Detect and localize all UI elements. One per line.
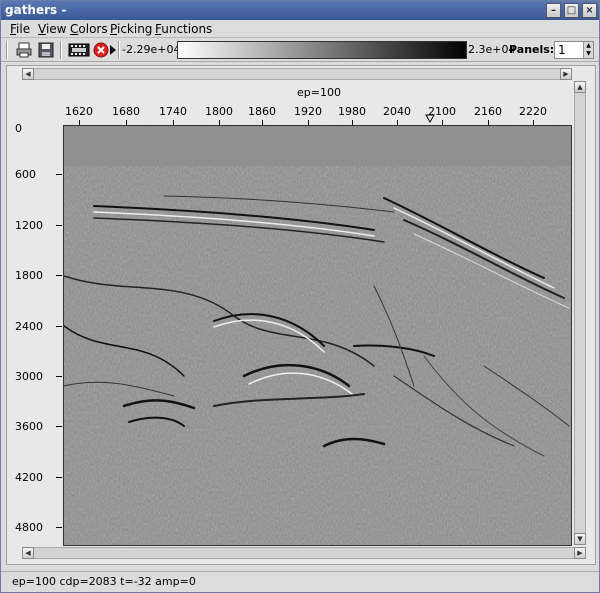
y-tick-label: 2400 <box>15 320 43 333</box>
movie-icon[interactable] <box>68 41 90 59</box>
toolbar-separator <box>60 41 62 59</box>
y-tick-mark <box>56 275 62 276</box>
seismic-image-canvas[interactable] <box>64 126 571 545</box>
grayscale-colorbar[interactable] <box>177 41 467 59</box>
y-tick-label: 3600 <box>15 420 43 433</box>
x-tick-label: 1980 <box>338 105 366 118</box>
menu-picking-key: P <box>110 22 117 36</box>
y-tick-label: 600 <box>15 168 36 181</box>
x-tick-label: 2220 <box>519 105 547 118</box>
title-bar[interactable]: gathers - – □ × <box>1 1 599 20</box>
window-title: gathers - <box>5 3 67 17</box>
x-tick-label: 2160 <box>474 105 502 118</box>
menu-functions[interactable]: Functions <box>155 22 212 36</box>
x-tick-label: 1680 <box>112 105 140 118</box>
x-tick-label: 1740 <box>159 105 187 118</box>
menu-file[interactable]: File <box>10 22 30 36</box>
status-text: ep=100 cdp=2083 t=-32 amp=0 <box>12 575 196 588</box>
menu-file-rest: ile <box>16 22 31 36</box>
scroll-left-arrow-icon[interactable]: ◀ <box>22 68 34 80</box>
y-tick-mark <box>56 426 62 427</box>
toolbar: -2.29e+04 2.3e+04 Panels: 1 ▲ ▼ <box>1 38 599 62</box>
x-tick-label: 1620 <box>65 105 93 118</box>
menu-bar: File View Colors Picking Functions <box>1 20 599 38</box>
y-tick-mark <box>56 225 62 226</box>
color-min-value: -2.29e+04 <box>122 43 181 56</box>
y-tick-mark <box>56 326 62 327</box>
menu-view[interactable]: View <box>38 22 66 36</box>
play-icon[interactable] <box>109 41 117 59</box>
y-tick-mark <box>56 527 62 528</box>
menu-colors-rest: olors <box>78 22 108 36</box>
menu-picking[interactable]: Picking <box>110 22 152 36</box>
toolbar-grip <box>6 41 8 59</box>
y-tick-label: 3000 <box>15 370 43 383</box>
minimize-button[interactable]: – <box>546 3 561 18</box>
status-bar: ep=100 cdp=2083 t=-32 amp=0 <box>1 571 599 592</box>
y-tick-mark <box>56 174 62 175</box>
menu-colors[interactable]: Colors <box>70 22 108 36</box>
x-tick-label: 2040 <box>383 105 411 118</box>
save-icon[interactable] <box>37 41 55 59</box>
scroll-right-arrow-icon-bottom[interactable]: ▶ <box>574 547 586 559</box>
maximize-button[interactable]: □ <box>564 3 579 18</box>
bottom-horizontal-scrollbar[interactable] <box>22 547 586 559</box>
y-tick-label: 1200 <box>15 219 43 232</box>
scroll-left-arrow-icon-bottom[interactable]: ◀ <box>22 547 34 559</box>
panels-value: 1 <box>558 43 566 57</box>
menu-functions-rest: unctions <box>161 22 213 36</box>
scroll-up-arrow-icon[interactable]: ▲ <box>574 81 586 93</box>
print-icon[interactable] <box>15 41 33 59</box>
y-tick-label: 4200 <box>15 471 43 484</box>
x-axis-title: ep=100 <box>297 86 341 99</box>
vertical-scrollbar[interactable] <box>574 81 586 545</box>
stop-icon[interactable] <box>92 41 110 59</box>
x-tick-label: 1860 <box>248 105 276 118</box>
y-tick-label: 1800 <box>15 269 43 282</box>
gathers-window: gathers - – □ × File View Colors Picking… <box>0 0 600 593</box>
x-tick-label: 1920 <box>294 105 322 118</box>
scroll-right-arrow-icon[interactable]: ▶ <box>560 68 572 80</box>
panels-label: Panels: <box>509 43 555 56</box>
cursor-marker-icon <box>425 114 435 123</box>
spin-arrows-icon[interactable]: ▲ ▼ <box>583 42 593 58</box>
menu-picking-rest: icking <box>116 22 153 36</box>
x-tick-label: 1800 <box>205 105 233 118</box>
top-horizontal-scrollbar[interactable] <box>22 68 572 80</box>
close-button[interactable]: × <box>582 3 597 18</box>
y-tick-label: 0 <box>15 122 22 135</box>
y-tick-mark <box>56 477 62 478</box>
y-tick-label: 4800 <box>15 521 43 534</box>
panels-spinbox[interactable]: 1 ▲ ▼ <box>554 41 594 59</box>
y-tick-mark <box>56 376 62 377</box>
menu-view-rest: iew <box>45 22 67 36</box>
toolbar-separator-2 <box>118 41 120 59</box>
scroll-down-arrow-icon[interactable]: ▼ <box>574 533 586 545</box>
menu-view-key: V <box>38 22 46 36</box>
seismic-gather-image[interactable] <box>63 125 572 546</box>
